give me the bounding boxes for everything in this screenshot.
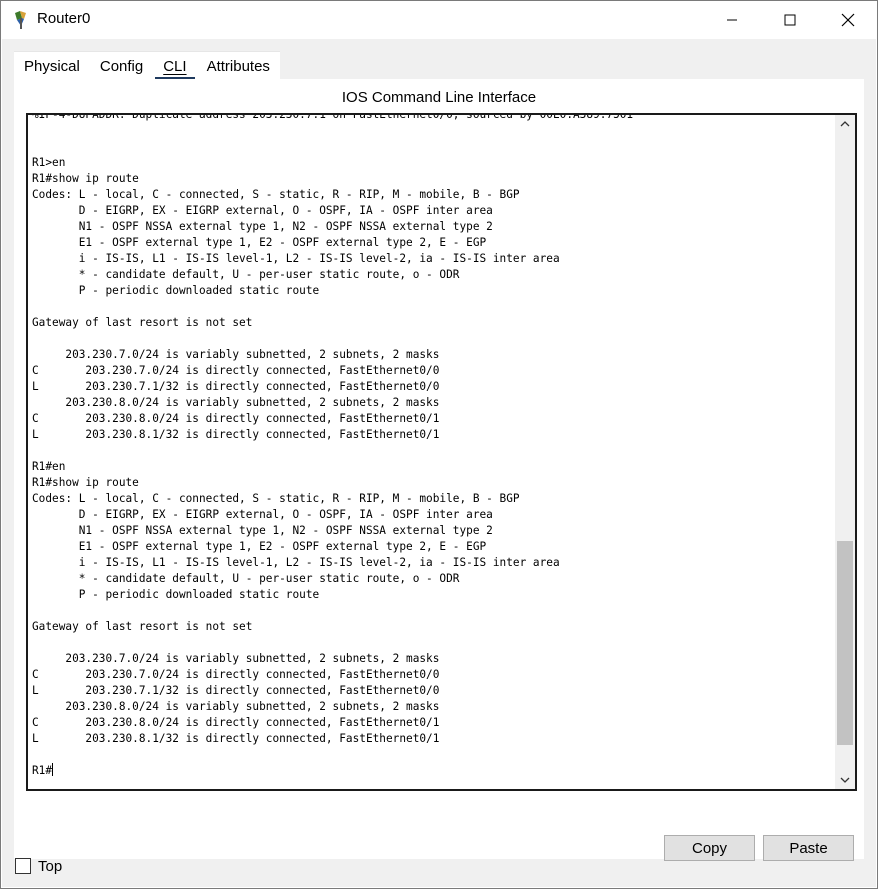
close-button[interactable] xyxy=(819,1,877,39)
terminal-line: i - IS-IS, L1 - IS-IS level-1, L2 - IS-I… xyxy=(32,252,560,265)
close-icon xyxy=(841,13,855,27)
tab-strip: Physical Config CLI Attributes xyxy=(14,51,280,80)
terminal-line: R1# xyxy=(32,763,54,777)
tab-physical[interactable]: Physical xyxy=(14,52,90,80)
bottom-bar: Top xyxy=(2,851,876,887)
terminal-line: L 203.230.7.1/32 is directly connected, … xyxy=(32,380,440,393)
tab-label: CLI xyxy=(163,57,187,75)
cli-title: IOS Command Line Interface xyxy=(341,89,537,106)
terminal-line: N1 - OSPF NSSA external type 1, N2 - OSP… xyxy=(32,220,493,233)
text-cursor xyxy=(52,763,54,776)
terminal-line: D - EIGRP, EX - EIGRP external, O - OSPF… xyxy=(32,204,493,217)
terminal-line: D - EIGRP, EX - EIGRP external, O - OSPF… xyxy=(32,508,493,521)
terminal-line: E1 - OSPF external type 1, E2 - OSPF ext… xyxy=(32,236,487,249)
router-window: Router0 Physical Config CLI Attributes IOS … xyxy=(0,0,878,889)
terminal-line: Codes: L - local, C - connected, S - sta… xyxy=(32,188,520,201)
cli-panel: IOS Command Line Interface %IP-4-DUPADDR… xyxy=(14,79,864,861)
terminal-line: * - candidate default, U - per-user stat… xyxy=(32,572,460,585)
terminal-line: * - candidate default, U - per-user stat… xyxy=(32,268,460,281)
terminal-line: %IP-4-DUPADDR: Duplicate address 203.230… xyxy=(32,113,634,121)
terminal-scrollbar[interactable] xyxy=(835,115,855,789)
scroll-down-button[interactable] xyxy=(835,771,855,789)
terminal-line: 203.230.8.0/24 is variably subnetted, 2 … xyxy=(32,700,440,713)
tab-label: Config xyxy=(99,57,144,75)
minimize-button[interactable] xyxy=(703,1,761,39)
terminal-line: R1#show ip route xyxy=(32,172,139,185)
terminal-line: C 203.230.8.0/24 is directly connected, … xyxy=(32,716,440,729)
terminal-line: 203.230.8.0/24 is variably subnetted, 2 … xyxy=(32,396,440,409)
terminal-line: E1 - OSPF external type 1, E2 - OSPF ext… xyxy=(32,540,487,553)
terminal-line: 203.230.7.0/24 is variably subnetted, 2 … xyxy=(32,348,440,361)
maximize-button[interactable] xyxy=(761,1,819,39)
terminal-line: R1>en xyxy=(32,156,66,169)
title-bar[interactable]: Router0 xyxy=(1,1,877,39)
terminal-line: Codes: L - local, C - connected, S - sta… xyxy=(32,492,520,505)
chevron-down-icon xyxy=(840,777,850,783)
terminal-line: R1#show ip route xyxy=(32,476,139,489)
terminal-line: L 203.230.8.1/32 is directly connected, … xyxy=(32,428,440,441)
terminal-line: 203.230.7.0/24 is variably subnetted, 2 … xyxy=(32,652,440,665)
terminal-output[interactable]: %IP-4-DUPADDR: Duplicate address 203.230… xyxy=(32,113,832,779)
scroll-thumb[interactable] xyxy=(837,541,853,746)
cli-terminal[interactable]: %IP-4-DUPADDR: Duplicate address 203.230… xyxy=(26,113,857,791)
terminal-line: C 203.230.7.0/24 is directly connected, … xyxy=(32,668,440,681)
router-app-icon xyxy=(12,10,32,30)
window-title: Router0 xyxy=(37,10,91,27)
chevron-up-icon xyxy=(840,121,850,127)
terminal-line: N1 - OSPF NSSA external type 1, N2 - OSP… xyxy=(32,524,493,537)
window-client-area: Physical Config CLI Attributes IOS Command … xyxy=(2,39,876,887)
terminal-line: R1#en xyxy=(32,460,66,473)
terminal-line: C 203.230.7.0/24 is directly connected, … xyxy=(32,364,440,377)
scroll-up-button[interactable] xyxy=(835,115,855,133)
top-label: Top xyxy=(38,858,63,875)
maximize-icon xyxy=(784,14,796,26)
top-checkbox[interactable] xyxy=(15,858,31,874)
terminal-line: Gateway of last resort is not set xyxy=(32,316,253,329)
tab-cli[interactable]: CLI xyxy=(153,52,196,80)
minimize-icon xyxy=(727,19,737,21)
tab-label: Physical xyxy=(24,57,80,75)
terminal-line: i - IS-IS, L1 - IS-IS level-1, L2 - IS-I… xyxy=(32,556,560,569)
terminal-line: Gateway of last resort is not set xyxy=(32,620,253,633)
terminal-line: P - periodic downloaded static route xyxy=(32,588,320,601)
terminal-line: L 203.230.8.1/32 is directly connected, … xyxy=(32,732,440,745)
terminal-line: P - periodic downloaded static route xyxy=(32,284,320,297)
tab-config[interactable]: Config xyxy=(90,52,153,80)
terminal-line: C 203.230.8.0/24 is directly connected, … xyxy=(32,412,440,425)
tab-attributes[interactable]: Attributes xyxy=(197,52,280,80)
tab-label: Attributes xyxy=(206,57,270,75)
terminal-line: L 203.230.7.1/32 is directly connected, … xyxy=(32,684,440,697)
